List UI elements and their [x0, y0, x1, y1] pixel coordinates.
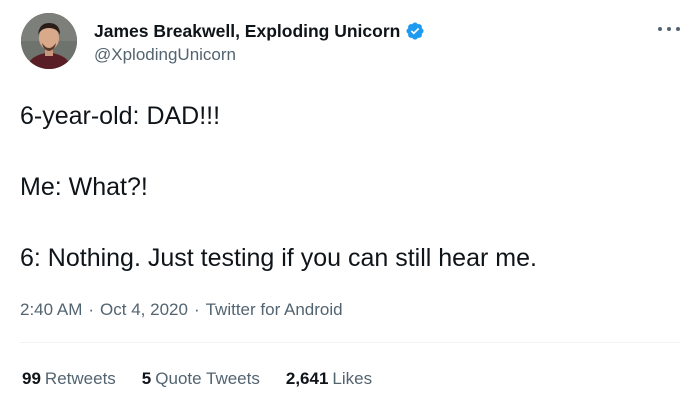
likes-count: 2,641 [285, 369, 329, 388]
tweet-text: 6-year-old: DAD!!! Me: What?! 6: Nothing… [20, 100, 680, 275]
author-block: James Breakwell, Exploding Unicorn @Xplo… [94, 20, 425, 65]
more-dot [658, 27, 662, 31]
divider [20, 342, 680, 343]
author-display-name[interactable]: James Breakwell, Exploding Unicorn [94, 21, 400, 42]
likes-stat[interactable]: 2,641 Likes [286, 369, 372, 389]
author-handle[interactable]: @XplodingUnicorn [94, 45, 425, 65]
quote-tweets-label: Quote Tweets [155, 369, 260, 388]
likes-label: Likes [332, 369, 373, 388]
engagement-stats: 99 Retweets 5 Quote Tweets 2,641 Likes [22, 369, 398, 389]
tweet-line: Me: What?! [20, 173, 148, 201]
tweet-time[interactable]: 2:40 AM [20, 300, 82, 319]
tweet-line: 6: Nothing. Just testing if you can stil… [20, 244, 537, 272]
more-options-icon[interactable] [658, 20, 680, 38]
more-dot [676, 27, 680, 31]
more-dot [667, 27, 671, 31]
quote-tweets-count: 5 [141, 369, 152, 388]
quote-tweets-stat[interactable]: 5 Quote Tweets [142, 369, 260, 389]
tweet-card: James Breakwell, Exploding Unicorn @Xplo… [0, 0, 700, 407]
retweets-label: Retweets [44, 369, 116, 388]
profile-photo-icon [21, 13, 77, 69]
retweets-stat[interactable]: 99 Retweets [22, 369, 116, 389]
tweet-line: 6-year-old: DAD!!! [20, 102, 221, 130]
retweets-count: 99 [22, 369, 41, 388]
name-row: James Breakwell, Exploding Unicorn [94, 20, 425, 42]
avatar[interactable] [21, 13, 77, 69]
meta-separator: · [88, 300, 95, 319]
verified-badge-icon [405, 21, 425, 41]
tweet-meta: 2:40 AM · Oct 4, 2020 · Twitter for Android [20, 300, 343, 320]
tweet-date[interactable]: Oct 4, 2020 [100, 300, 188, 319]
meta-separator: · [193, 300, 200, 319]
tweet-source[interactable]: Twitter for Android [206, 300, 343, 319]
